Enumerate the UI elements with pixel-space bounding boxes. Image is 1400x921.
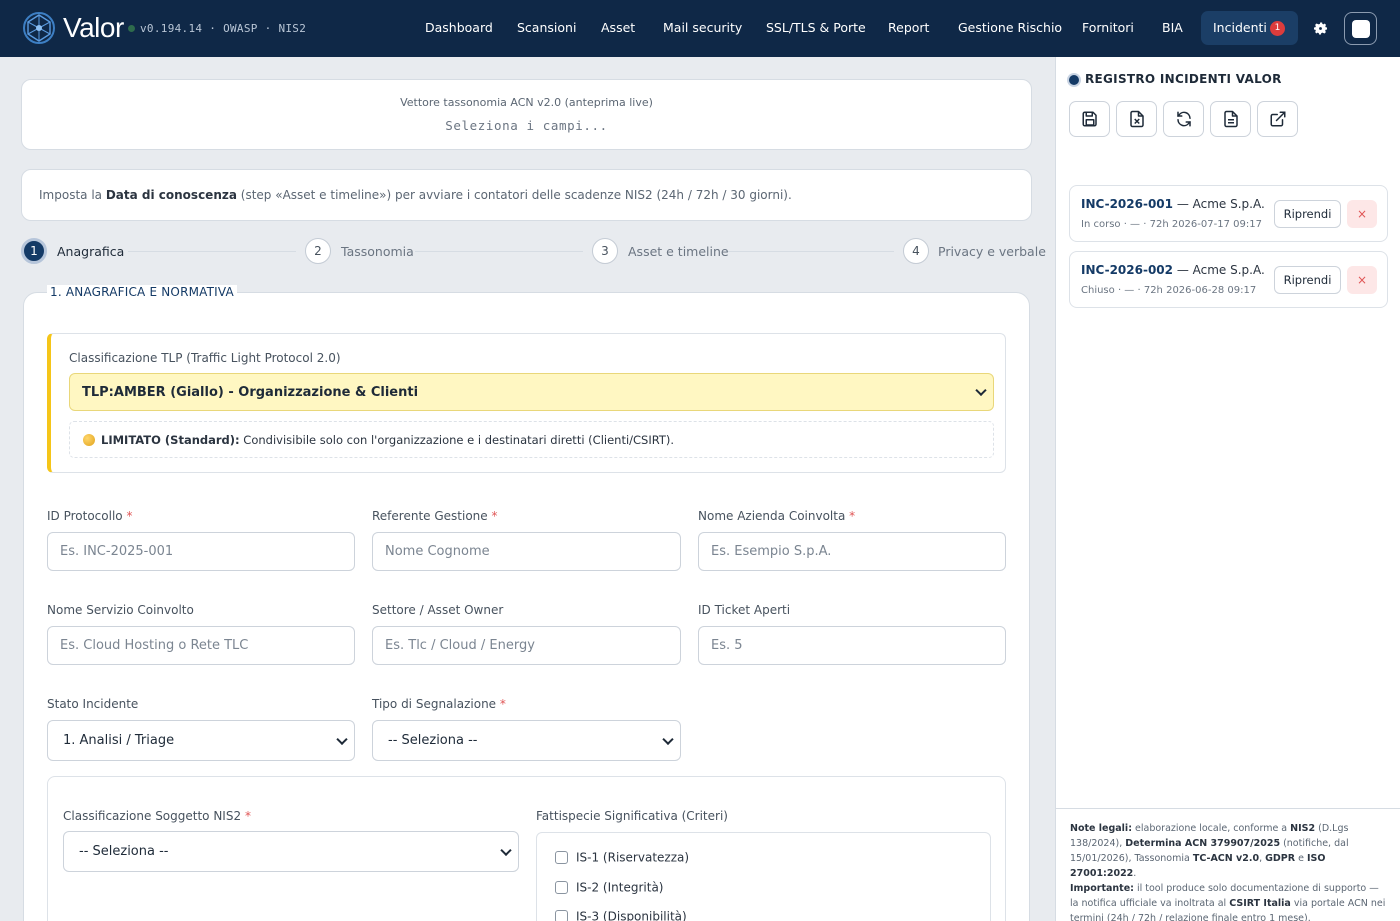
delete-button[interactable]: × xyxy=(1347,266,1377,294)
soggetto-label: Classificazione Soggetto NIS2 * xyxy=(63,809,251,823)
nis2-classification-box: Classificazione Soggetto NIS2 * -- Selez… xyxy=(47,776,1006,921)
step-connector xyxy=(415,251,583,252)
servizio-input[interactable]: Es. Cloud Hosting o Rete TLC xyxy=(47,626,355,665)
step-3-indicator[interactable]: 3 xyxy=(592,238,618,264)
servizio-label: Nome Servizio Coinvolto xyxy=(47,603,194,617)
taxonomy-vector-card: Vettore tassonomia ACN v2.0 (anteprima l… xyxy=(21,79,1032,150)
chevron-down-icon xyxy=(975,384,987,397)
registry-dot-icon xyxy=(1069,75,1079,85)
gear-icon[interactable] xyxy=(1312,20,1329,37)
section-title: 1. ANAGRAFICA E NORMATIVA xyxy=(47,285,237,299)
legal-notes: Note legali: elaborazione locale, confor… xyxy=(1056,808,1400,921)
delete-button[interactable]: × xyxy=(1347,200,1377,228)
save-icon xyxy=(1082,111,1097,127)
step-2-indicator[interactable]: 2 xyxy=(305,238,331,264)
tlp-label: Classificazione TLP (Traffic Light Proto… xyxy=(69,351,341,365)
step-2-label[interactable]: Tassonomia xyxy=(341,244,414,259)
nav-ssl-tls-porte[interactable]: SSL/TLS & Porte xyxy=(766,20,866,35)
top-navbar: Valor v0.194.14 · OWASP · NIS2 Dashboard… xyxy=(0,0,1400,57)
chevron-down-icon xyxy=(336,733,348,745)
step-connector xyxy=(128,251,296,252)
version-label: v0.194.14 · OWASP · NIS2 xyxy=(140,22,307,35)
vector-value: Seleziona i campi... xyxy=(445,118,608,133)
incident-registry-sidebar: REGISTRO INCIDENTI VALOR INC-2026-001 — … xyxy=(1055,57,1400,921)
azienda-label: Nome Azienda Coinvolta * xyxy=(698,509,856,523)
criterion-is3[interactable]: IS-3 (Disponibilità) xyxy=(555,909,687,921)
ticket-label: ID Ticket Aperti xyxy=(698,603,791,617)
incident-card[interactable]: INC-2026-001 — Acme S.p.A. In corso · — … xyxy=(1069,185,1388,242)
tipo-select[interactable]: -- Seleziona -- xyxy=(372,720,681,761)
stato-label: Stato Incidente xyxy=(47,697,139,711)
external-link-icon xyxy=(1270,111,1286,127)
refresh-button[interactable] xyxy=(1163,101,1204,137)
resume-button[interactable]: Riprendi xyxy=(1274,266,1341,294)
nav-fornitori[interactable]: Fornitori xyxy=(1082,20,1134,35)
nav-incidenti[interactable]: Incidenti 1 xyxy=(1201,11,1298,45)
stato-select[interactable]: 1. Analisi / Triage xyxy=(47,720,355,761)
user-menu-button[interactable] xyxy=(1344,12,1377,45)
nav-incidenti-label: Incidenti xyxy=(1213,20,1267,35)
checkbox[interactable] xyxy=(555,881,568,894)
export-document-button[interactable] xyxy=(1210,101,1251,137)
nav-bia[interactable]: BIA xyxy=(1162,20,1183,35)
amber-dot-icon xyxy=(83,434,95,446)
settore-input[interactable]: Es. Tlc / Cloud / Energy xyxy=(372,626,681,665)
criteri-label: Fattispecie Significativa (Criteri) xyxy=(536,809,728,823)
document-icon xyxy=(1224,110,1238,128)
nav-dashboard[interactable]: Dashboard xyxy=(425,20,493,35)
checkbox[interactable] xyxy=(555,910,568,921)
tlp-select[interactable]: TLP:AMBER (Giallo) - Organizzazione & Cl… xyxy=(69,373,994,411)
brand-name: Valor xyxy=(63,12,124,43)
criterion-is2[interactable]: IS-2 (Integrità) xyxy=(555,880,663,895)
export-excel-button[interactable] xyxy=(1116,101,1157,137)
excel-file-icon xyxy=(1130,110,1144,128)
incident-meta: In corso · — · 72h 2026-07-17 09:17 xyxy=(1081,219,1262,230)
incident-card[interactable]: INC-2026-002 — Acme S.p.A. Chiuso · — · … xyxy=(1069,251,1388,308)
incident-count-badge: 1 xyxy=(1270,21,1285,36)
soggetto-select[interactable]: -- Seleziona -- xyxy=(63,831,519,872)
referente-input[interactable]: Nome Cognome xyxy=(372,532,681,571)
settore-label: Settore / Asset Owner xyxy=(372,603,504,617)
nav-scansioni[interactable]: Scansioni xyxy=(517,20,576,35)
nav-report[interactable]: Report xyxy=(888,20,929,35)
status-dot xyxy=(128,25,135,32)
incident-meta: Chiuso · — · 72h 2026-06-28 09:17 xyxy=(1081,285,1257,296)
incident-title: INC-2026-002 — Acme S.p.A. xyxy=(1081,263,1265,277)
incident-title: INC-2026-001 — Acme S.p.A. xyxy=(1081,197,1265,211)
open-external-button[interactable] xyxy=(1257,101,1298,137)
save-button[interactable] xyxy=(1069,101,1110,137)
step-connector xyxy=(726,251,894,252)
criteria-list: IS-1 (Riservatezza) IS-2 (Integrità) IS-… xyxy=(536,832,991,921)
nav-gestione-rischio[interactable]: Gestione Rischio xyxy=(958,20,1062,35)
refresh-icon xyxy=(1177,111,1191,127)
step-4-indicator[interactable]: 4 xyxy=(903,238,929,264)
id-protocollo-label: ID Protocollo * xyxy=(47,509,133,523)
deadline-info-text: Imposta la Data di conoscenza (step «Ass… xyxy=(39,188,792,202)
resume-button[interactable]: Riprendi xyxy=(1274,200,1341,228)
tlp-classification-box: Classificazione TLP (Traffic Light Proto… xyxy=(47,333,1006,473)
nav-asset[interactable]: Asset xyxy=(601,20,635,35)
nav-mail-security[interactable]: Mail security xyxy=(663,20,742,35)
step-1-indicator[interactable]: 1 xyxy=(21,238,47,264)
criterion-is1[interactable]: IS-1 (Riservatezza) xyxy=(555,850,689,865)
tlp-selected-value: TLP:AMBER (Giallo) - Organizzazione & Cl… xyxy=(82,385,419,400)
chevron-down-icon xyxy=(662,733,674,745)
referente-label: Referente Gestione * xyxy=(372,509,498,523)
tlp-description: LIMITATO (Standard): Condivisibile solo … xyxy=(69,421,994,458)
step-4-label[interactable]: Privacy e verbale xyxy=(938,244,1046,259)
vector-title: Vettore tassonomia ACN v2.0 (anteprima l… xyxy=(400,96,653,109)
ticket-input[interactable]: Es. 5 xyxy=(698,626,1006,665)
id-protocollo-input[interactable]: Es. INC-2025-001 xyxy=(47,532,355,571)
azienda-input[interactable]: Es. Esempio S.p.A. xyxy=(698,532,1006,571)
deadline-info-card: Imposta la Data di conoscenza (step «Ass… xyxy=(21,169,1032,221)
step-1-label[interactable]: Anagrafica xyxy=(57,244,124,259)
registry-title: REGISTRO INCIDENTI VALOR xyxy=(1085,72,1282,86)
valor-logo-icon xyxy=(23,12,55,44)
step-3-label[interactable]: Asset e timeline xyxy=(628,244,729,259)
tipo-label: Tipo di Segnalazione * xyxy=(372,697,506,711)
chevron-down-icon xyxy=(500,844,512,856)
checkbox[interactable] xyxy=(555,851,568,864)
avatar xyxy=(1352,20,1370,38)
